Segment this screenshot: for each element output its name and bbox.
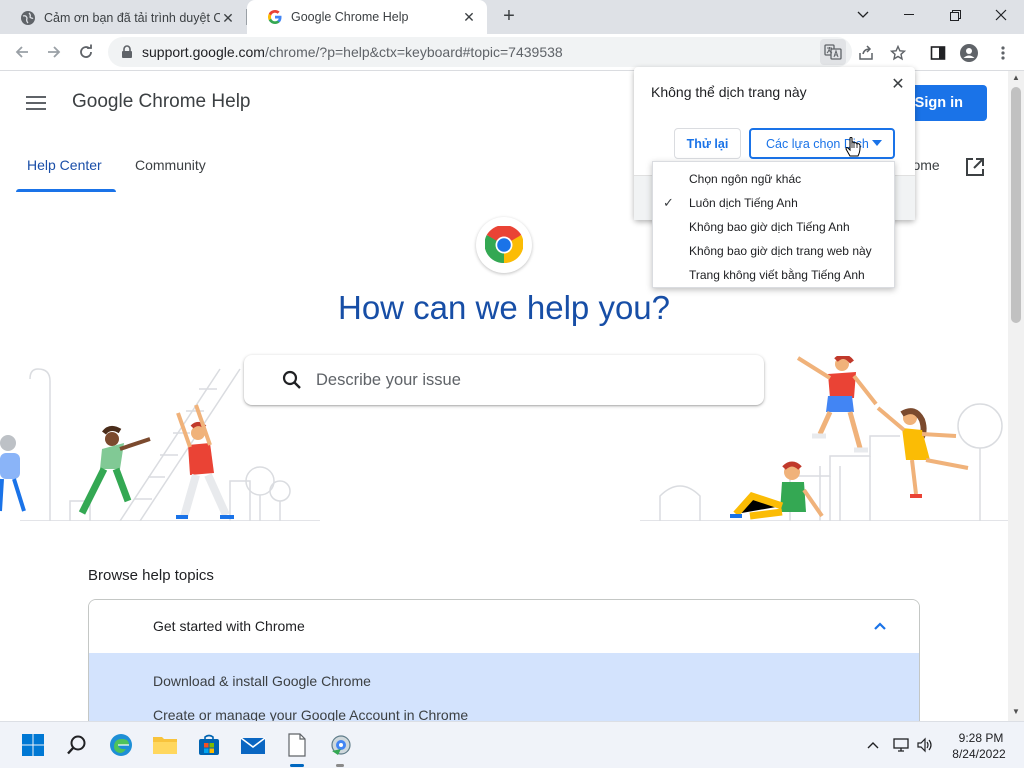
topic-header-label: Get started with Chrome [153,618,305,634]
url-path: /chrome/?p=help&ctx=keyboard#topic=74395… [264,44,563,60]
profile-avatar-icon[interactable] [958,42,980,64]
hamburger-menu-icon[interactable] [26,96,46,110]
tab-download-thanks[interactable]: Cảm ơn bạn đã tải trình duyệt Chrome ✕ [0,2,246,34]
hero-heading: How can we help you? [337,289,671,326]
topic-link-account[interactable]: Create or manage your Google Account in … [153,707,468,721]
mouse-cursor-icon [845,137,861,157]
checkmark-icon: ✓ [663,195,674,210]
browse-topics-heading: Browse help topics [88,567,214,584]
people-illustration-right [640,356,1008,521]
active-app-indicator [290,764,304,767]
chrome-logo-icon [476,217,532,273]
google-icon [268,10,282,24]
translate-icon[interactable] [820,39,846,65]
scroll-thumb[interactable] [1011,87,1021,323]
tab-title: Cảm ơn bạn đã tải trình duyệt Chrome [44,11,220,25]
running-app-indicator [336,764,344,767]
people-illustration-left [0,368,320,521]
menu-item-label: Trang không viết bằng Tiếng Anh [689,268,865,282]
menu-item-choose-language[interactable]: Chọn ngôn ngữ khác [653,167,894,191]
tab-community[interactable]: Community [135,157,206,173]
minimize-icon[interactable] [886,0,932,30]
topic-list: Download & install Google Chrome Create … [89,653,919,721]
share-icon[interactable] [855,42,877,64]
reload-icon[interactable] [72,38,100,66]
browser-toolbar: support.google.com/chrome/?p=help&ctx=ke… [0,34,1024,71]
show-hidden-icons-chevron-icon[interactable] [864,736,882,754]
url-host: support.google.com [142,44,265,60]
bookmark-star-icon[interactable] [887,42,909,64]
store-icon[interactable] [194,730,224,760]
chevron-up-icon[interactable] [871,618,889,636]
menu-item-label: Không bao giờ dịch Tiếng Anh [689,220,850,234]
scroll-up-arrow-icon[interactable]: ▲ [1008,71,1024,85]
menu-item-label: Chọn ngôn ngữ khác [689,172,802,186]
translate-options-menu: Chọn ngôn ngữ khác ✓ Luôn dịch Tiếng Anh … [652,161,895,288]
search-icon[interactable] [62,730,92,760]
new-tab-button[interactable]: + [498,6,520,28]
dropdown-arrow-icon[interactable] [872,140,882,146]
topic-header-get-started[interactable]: Get started with Chrome [89,600,919,653]
restore-icon[interactable] [932,0,978,30]
kebab-menu-icon[interactable] [992,42,1014,64]
page-scrollbar[interactable]: ▲ ▼ [1008,71,1024,721]
menu-item-label: Luôn dịch Tiếng Anh [689,196,798,210]
forward-icon[interactable] [40,38,68,66]
url-text: support.google.com/chrome/?p=help&ctx=ke… [142,44,563,60]
scroll-down-arrow-icon[interactable]: ▼ [1008,705,1024,719]
active-tab-indicator [16,189,116,192]
globe-icon [21,11,35,25]
help-topics-accordion: Get started with Chrome Download & insta… [88,599,920,721]
back-icon[interactable] [8,38,36,66]
open-in-new-icon[interactable] [964,156,986,178]
edge-icon[interactable] [106,730,136,760]
menu-item-never-translate-site[interactable]: Không bao giờ dịch trang web này [653,239,894,263]
retry-button[interactable]: Thử lại [674,128,741,159]
close-window-icon[interactable] [978,0,1024,30]
network-icon[interactable] [892,736,910,754]
menu-item-always-translate[interactable]: ✓ Luôn dịch Tiếng Anh [653,191,894,215]
site-title: Google Chrome Help [72,91,251,112]
close-tab-icon[interactable]: ✕ [220,10,236,26]
tab-title: Google Chrome Help [291,10,409,24]
clock-time[interactable]: 9:28 PM [948,731,1014,745]
close-icon[interactable]: ✕ [890,77,906,93]
tab-search-chevron-icon[interactable] [840,0,886,30]
translate-error-title: Không thể dịch trang này [651,84,807,100]
menu-item-label: Không bao giờ dịch trang web này [689,244,872,258]
tab-strip: Cảm ơn bạn đã tải trình duyệt Chrome ✕ G… [0,0,1024,34]
menu-item-not-in-language[interactable]: Trang không viết bằng Tiếng Anh [653,263,894,287]
windows-taskbar: 9:28 PM 8/24/2022 [0,721,1024,768]
address-bar[interactable]: support.google.com/chrome/?p=help&ctx=ke… [108,37,852,67]
side-panel-icon[interactable] [927,42,949,64]
tab-chrome-help[interactable]: Google Chrome Help ✕ [247,0,487,34]
volume-icon[interactable] [916,736,934,754]
tab-help-center[interactable]: Help Center [27,157,102,173]
clock-date[interactable]: 8/24/2022 [944,747,1014,761]
setup-icon[interactable] [326,730,356,760]
lock-icon[interactable] [120,45,134,59]
mail-icon[interactable] [238,730,268,760]
menu-item-never-translate-language[interactable]: Không bao giờ dịch Tiếng Anh [653,215,894,239]
notepad-icon[interactable] [282,730,312,760]
file-explorer-icon[interactable] [150,730,180,760]
topic-link-download[interactable]: Download & install Google Chrome [153,673,371,689]
windows-start-icon[interactable] [18,730,48,760]
close-tab-icon[interactable]: ✕ [461,9,477,25]
